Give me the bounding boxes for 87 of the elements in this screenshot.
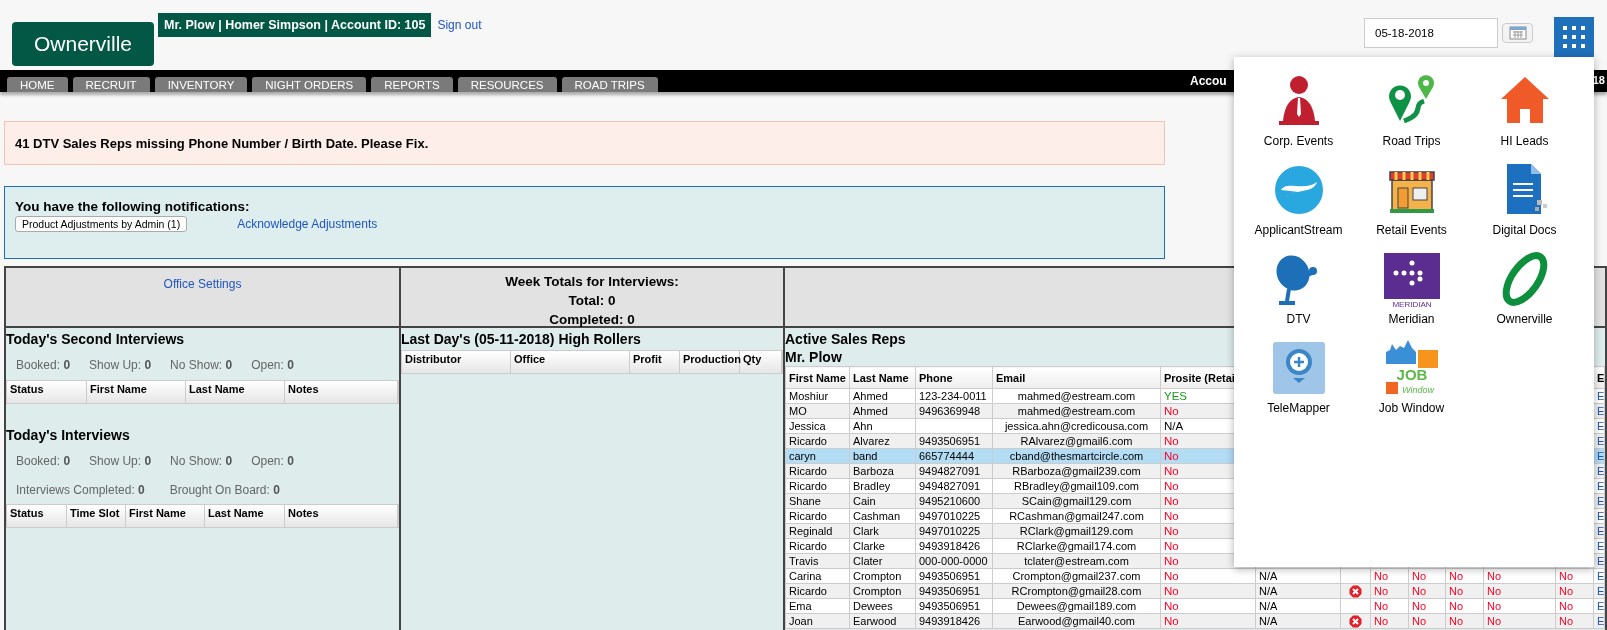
stat-text: Show Up: 0	[89, 358, 152, 372]
column-header: First Name	[785, 366, 850, 389]
app-shortcut[interactable]: JOB Window Job Window	[1355, 338, 1468, 427]
week-totals-text: Total: 0	[567, 292, 617, 310]
nav-tab[interactable]: NIGHT ORDERS	[252, 77, 367, 92]
status-text: No	[1164, 510, 1179, 522]
stat-text: Booked: 0	[16, 358, 71, 372]
account-text: Accou	[1190, 74, 1227, 88]
column-header: Notes	[285, 505, 398, 527]
edit-link[interactable]: E	[1593, 568, 1605, 584]
acknowledge-link[interactable]: Acknowledge Adjustments	[237, 217, 378, 231]
column-header: Production	[680, 351, 740, 373]
notifications-title: You have the following notifications:	[15, 199, 251, 214]
column-header: Last Name	[205, 505, 285, 527]
app-shortcut[interactable]: DTV	[1242, 249, 1355, 338]
column-header: Qty	[740, 351, 782, 373]
section-subtitle: Mr. Plow	[785, 348, 843, 365]
status-text: No	[1164, 435, 1179, 447]
stat-text: Brought On Board: 0	[169, 483, 280, 497]
week-totals-text: Completed: 0	[548, 311, 636, 329]
status-text: No	[1164, 480, 1179, 492]
column-header: Status	[7, 381, 87, 403]
status-text: No	[1164, 570, 1179, 582]
stat-text: No Show: 0	[170, 358, 233, 372]
column-header: Phone	[915, 366, 993, 389]
nav-tab[interactable]: RECRUIT	[72, 77, 150, 92]
week-totals-text: Week Totals for Interviews:	[504, 273, 680, 291]
column-header: Distributor	[402, 351, 511, 373]
column-header: Office	[511, 351, 630, 373]
edit-link[interactable]: E	[1593, 583, 1605, 599]
status-text: N/A	[1164, 420, 1184, 432]
apps-menu-button[interactable]	[1554, 17, 1594, 57]
adjustments-button[interactable]: Product Adjustments by Admin (1)	[15, 216, 188, 232]
app-shortcut[interactable]: Digital Docs	[1468, 160, 1581, 249]
status-text: No	[1164, 465, 1179, 477]
app-shortcut[interactable]: ApplicantStream	[1242, 160, 1355, 249]
column-header: Last Name	[849, 366, 916, 389]
status-text: No	[1164, 600, 1179, 612]
app-shortcut[interactable]: Corp. Events	[1242, 71, 1355, 160]
stat-text: No Show: 0	[170, 454, 233, 468]
section-title: Today's Second Interviews	[6, 330, 186, 347]
stat-text: Open: 0	[251, 454, 294, 468]
status-text: No	[1164, 585, 1179, 597]
nav-tab[interactable]: RESOURCES	[457, 77, 557, 92]
section-title: Active Sales Reps	[785, 330, 907, 347]
section-title: Today's Interviews	[6, 426, 131, 443]
column-header: First Name	[126, 505, 205, 527]
status-text: No	[1164, 405, 1179, 417]
date-text: 18	[1592, 74, 1605, 86]
column-header: Last Name	[186, 381, 285, 403]
calendar-icon	[1508, 26, 1527, 40]
status-text: No	[1164, 555, 1179, 567]
status-text: No	[1164, 540, 1179, 552]
status-text: YES	[1164, 390, 1187, 402]
nav-tab[interactable]: ROAD TRIPS	[561, 77, 658, 92]
user-banner: Mr. Plow | Homer Simpson | Account ID: 105	[158, 13, 432, 37]
nav-tab[interactable]: INVENTORY	[154, 77, 248, 92]
date-field[interactable]: 05-18-2018	[1364, 18, 1498, 48]
section-title: Last Day's (05-11-2018) High Rollers	[401, 330, 642, 347]
app-shortcut[interactable]: Ownerville	[1468, 249, 1581, 338]
edit-link[interactable]: E	[1593, 598, 1605, 614]
stat-text: Open: 0	[251, 358, 294, 372]
stat-text: Interviews Completed: 0	[16, 483, 145, 497]
status-text: No	[1164, 615, 1179, 627]
stat-text: Show Up: 0	[89, 454, 152, 468]
app-shortcut[interactable]: Retail Events	[1355, 160, 1468, 249]
column-header: First Name	[87, 381, 186, 403]
logo[interactable]: Ownerville	[12, 22, 154, 66]
status-text: No	[1164, 450, 1179, 462]
nav-tab[interactable]: HOME	[7, 77, 68, 92]
alert-text: 41 DTV Sales Reps missing Phone Number / Birth Date. Please Fix.	[15, 135, 429, 151]
column-header: Notes	[285, 381, 398, 403]
column-header: Time Slot	[67, 505, 126, 527]
office-settings-link[interactable]: Office Settings	[163, 277, 242, 291]
app-shortcut[interactable]: MERIDIAN Meridian	[1355, 249, 1468, 338]
column-header: Email	[992, 366, 1161, 389]
column-header: Profit	[630, 351, 680, 373]
app-shortcut[interactable]: HI Leads	[1468, 71, 1581, 160]
app-shortcut[interactable]: Road Trips	[1355, 71, 1468, 160]
column-header: Status	[7, 505, 67, 527]
sign-out-link[interactable]: Sign out	[437, 18, 482, 32]
nav-tab[interactable]: REPORTS	[371, 77, 453, 92]
edit-link[interactable]: E	[1593, 613, 1605, 629]
stat-text: Booked: 0	[16, 454, 71, 468]
status-text: No	[1164, 495, 1179, 507]
grid-icon	[1561, 24, 1587, 50]
status-text: No	[1164, 525, 1179, 537]
